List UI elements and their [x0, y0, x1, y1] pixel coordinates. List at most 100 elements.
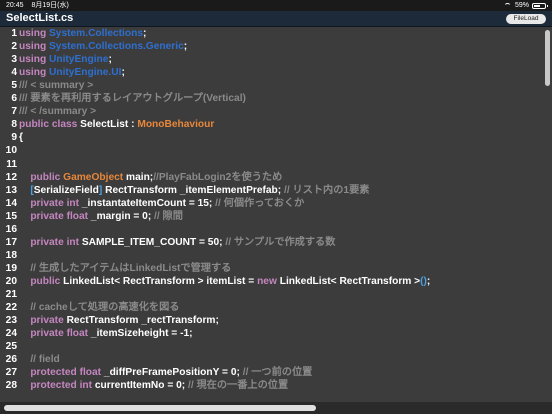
line-code: public LinkedList< RectTransform > itemL…: [19, 276, 430, 287]
line-number: 18: [5, 249, 17, 261]
line-code: private float _itemSizeheight = -1;: [19, 328, 192, 339]
code-token: /// < summary >: [19, 80, 94, 92]
line-number: 27: [5, 367, 17, 379]
code-token: SelectList :: [80, 119, 138, 131]
code-token: using: [19, 41, 49, 53]
line-number: 15: [5, 210, 17, 222]
code-token: ;: [108, 54, 112, 66]
code-line: 28 protected int currentItemNo = 0; // 現…: [0, 379, 289, 392]
code-token: _margin = 0;: [90, 210, 155, 222]
line-number: 7: [11, 106, 17, 118]
code-token: RectTransform _itemElementPrefab;: [102, 184, 284, 196]
line-code: public GameObject main;//PlayFabLogin2を使…: [19, 172, 282, 183]
line-number: 2: [11, 41, 17, 53]
code-token: UnityEngine.UI: [49, 67, 122, 79]
line-number: 13: [5, 184, 17, 196]
line-number: 25: [5, 341, 17, 353]
code-token: ;: [142, 28, 147, 39]
code-token: private int: [30, 197, 82, 209]
code-token: // cacheして処理の高速化を図る: [30, 302, 180, 314]
code-line: 1 using System.Collections;: [0, 27, 146, 40]
line-code: private float _margin = 0; // 隙間: [19, 211, 183, 222]
file-load-button[interactable]: FileLoad: [506, 14, 546, 24]
line-code: protected float _diffPreFramePositionY =…: [19, 367, 312, 378]
code-line: 2 using System.Collections.Generic;: [0, 40, 187, 53]
code-token: // 現在の一番上の位置: [188, 380, 289, 392]
code-editor[interactable]: 1 using System.Collections; 2 using System.…: [0, 27, 552, 402]
line-number: 11: [6, 158, 17, 170]
code-token: SAMPLE_ITEM_COUNT = 50;: [81, 236, 226, 248]
code-token: LinkedList< RectTransform >: [279, 275, 421, 287]
wifi-icon: [503, 2, 512, 9]
code-line: 20 public LinkedList< RectTransform > it…: [0, 275, 431, 288]
code-token: RectTransform _rectTransform;: [66, 315, 219, 327]
battery-fill: [534, 4, 540, 7]
line-code: private int _instantateItemCount = 15; /…: [19, 198, 304, 209]
code-line: 25: [0, 340, 19, 353]
horizontal-scrollbar-thumb[interactable]: [4, 405, 316, 411]
code-token: private float: [30, 210, 91, 222]
code-token: public: [30, 171, 64, 183]
code-line: 8 public class SelectList : MonoBehaviour: [0, 118, 214, 131]
code-line: 3 using UnityEngine;: [0, 53, 112, 66]
line-number: 24: [5, 328, 17, 340]
line-code: // cacheして処理の高速化を図る: [19, 302, 179, 313]
code-line: 19 // 生成したアイテムはLinkedListで管理する: [0, 262, 232, 275]
line-code: private RectTransform _rectTransform;: [19, 315, 219, 326]
code-line: 23 private RectTransform _rectTransform;: [0, 314, 219, 327]
code-token: main;: [123, 171, 154, 183]
code-token: using: [19, 67, 49, 79]
code-token: ;: [121, 67, 125, 79]
code-line: 24 private float _itemSizeheight = -1;: [0, 327, 193, 340]
file-title: SelectList.cs: [6, 12, 74, 24]
code-line: 14 private int _instantateItemCount = 15…: [0, 197, 305, 210]
line-number: 23: [5, 315, 17, 327]
code-token: // サンプルで作成する数: [225, 236, 336, 248]
line-number: 16: [5, 223, 17, 235]
code-token: MonoBehaviour: [137, 119, 215, 131]
code-line: 13 [SerializeField] RectTransform _itemE…: [0, 184, 370, 197]
line-code: [SerializeField] RectTransform _itemElem…: [19, 185, 369, 196]
code-token: // 一つ前の位置: [242, 367, 313, 379]
line-number: 17: [5, 236, 17, 248]
code-line: 12 public GameObject main;//PlayFabLogin…: [0, 171, 283, 184]
line-code: using System.Collections;: [19, 28, 146, 39]
code-token: // リスト内の1要素: [284, 184, 370, 196]
line-code: {: [19, 132, 23, 143]
line-number: 10: [5, 145, 17, 157]
line-number: 20: [5, 275, 17, 287]
line-number: 4: [11, 67, 17, 79]
code-line: 16: [0, 223, 19, 236]
line-code: public class SelectList : MonoBehaviour: [19, 119, 214, 130]
code-line: 26 // field: [0, 353, 60, 366]
vertical-scrollbar[interactable]: [545, 30, 550, 86]
code-line: 6/// 要素を再利用するレイアウトグループ(Vertical): [0, 92, 246, 105]
status-bar: 20:45 8月19日(水) 59%: [0, 0, 552, 11]
code-line: 11: [0, 158, 19, 171]
line-number: 9: [11, 132, 17, 144]
line-number: 8: [11, 119, 17, 131]
line-number: 1: [11, 28, 17, 39]
code-token: ;: [426, 275, 431, 287]
battery-icon: [532, 2, 548, 9]
code-line: 17 private int SAMPLE_ITEM_COUNT = 50; /…: [0, 236, 336, 249]
code-line: 21: [0, 288, 19, 301]
code-line: 5/// < summary >: [0, 79, 93, 92]
code-token: SerializeField: [33, 184, 99, 196]
code-token: System.Collections.Generic: [49, 41, 184, 53]
title-bar: SelectList.cs FileLoad: [0, 11, 552, 27]
status-left: 20:45 8月19日(水): [6, 0, 75, 11]
code-line: 7/// < /summary >: [0, 105, 96, 118]
code-token: //PlayFabLogin2を使うため: [153, 171, 283, 183]
line-code: /// 要素を再利用するレイアウトグループ(Vertical): [19, 93, 246, 104]
